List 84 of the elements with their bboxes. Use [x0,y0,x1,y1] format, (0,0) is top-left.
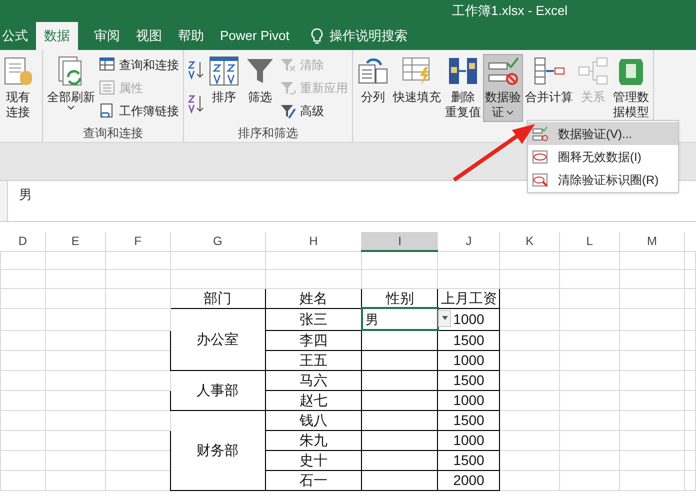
table-cell: 办公室 [170,308,266,370]
table-cell: 石一 [265,470,362,490]
ribbon-tab[interactable]: 数据 [36,22,78,50]
ribbon-tab[interactable]: 视图 [128,22,170,50]
column-heading: 姓名 [265,288,362,308]
ribbon-button[interactable]: 工作簿链接 [99,100,179,122]
ribbon-tab[interactable]: 公式 [0,22,36,50]
group-label: 排序和筛选 [238,126,298,140]
ribbon-tab[interactable]: 审阅 [86,22,128,50]
validation-icon [532,126,548,142]
column-header[interactable]: E [45,232,106,251]
window-title: 工作簿1.xlsx - Excel [452,2,568,20]
relationships-icon [577,55,609,87]
group-label: 查询和连接 [83,126,143,140]
ribbon-button[interactable]: 现有 连接 [0,54,36,122]
ribbon-tab[interactable]: Power Pivot [212,22,298,50]
ribbon-button[interactable]: 数据验 证 [483,54,523,122]
lightbulb-icon [311,28,324,44]
table-cell: 1500 [438,410,500,430]
table-cell: 财务部 [170,410,266,490]
table-cell: 史十 [265,450,362,470]
column-header[interactable]: M [620,232,684,251]
table-cell: 钱八 [265,410,362,430]
funnel-pencil-icon [280,103,296,119]
table-cell: 朱九 [265,430,362,450]
ribbon-button[interactable]: 筛选 [242,54,278,122]
column-header[interactable]: I [362,232,438,251]
column-header[interactable]: D [0,232,46,251]
column-header[interactable]: G [170,232,266,251]
funnel-refresh-icon [280,80,296,96]
table-cell: 1500 [438,330,500,350]
ribbon-button[interactable]: 合并计算 [523,54,575,122]
table-cell: 1000 [438,390,500,410]
table-cell[interactable] [362,470,438,490]
table-cell: 王五 [265,350,362,370]
sort-ascending-icon[interactable] [188,60,204,80]
column-heading: 上月工资 [438,288,500,308]
ribbon-button[interactable]: 全部刷新 [45,54,97,122]
table-icon [99,57,115,73]
table-cell: 1500 [438,370,500,390]
table-cell[interactable] [362,330,438,350]
ribbon-button[interactable]: 高级 [280,100,348,122]
table-cell: 李四 [265,330,362,350]
ribbon-button[interactable]: 分列 [355,54,391,122]
ribbon-button[interactable]: 查询和连接 [99,54,179,76]
validation-icon [487,55,519,87]
column-header[interactable]: H [265,232,362,251]
table-cell: 1000 [438,350,500,370]
table-cell[interactable] [362,390,438,410]
menu-item[interactable]: 数据验证(V)... [528,122,678,145]
remove-duplicates-icon [447,55,479,87]
sort-descending-icon[interactable] [188,94,204,114]
ribbon-button[interactable]: 排序 [206,54,242,122]
column-header[interactable]: F [105,232,170,251]
column-header[interactable]: J [438,232,500,251]
list-icon [99,80,115,96]
formula-value[interactable]: 男 [19,187,32,202]
table-cell: 人事部 [170,370,266,410]
table-cell[interactable] [362,410,438,430]
consolidate-icon [533,55,565,87]
table-cell[interactable] [362,430,438,450]
table-cell[interactable] [362,350,438,370]
dropdown-button[interactable] [438,310,452,326]
menu-item[interactable]: 圈释无效数据(I) [528,145,678,168]
table-cell: 1500 [438,450,500,470]
ribbon-button[interactable]: 删除 重复值 [443,54,483,122]
caret-icon [442,316,448,320]
table-cell: 1000 [438,430,500,450]
table-cell: 1000 [438,308,500,330]
ribbon-button[interactable]: 快速填充 [391,54,443,122]
menu-item[interactable]: 清除验证标识圈(R) [528,168,678,191]
table-cell: 马六 [265,370,362,390]
column-header[interactable]: K [500,232,560,251]
table-cell: 赵七 [265,390,362,410]
funnel-clear-icon [280,57,296,73]
table-cell[interactable] [362,370,438,390]
table-cell[interactable] [362,450,438,470]
table-cell: 2000 [438,470,500,490]
column-heading: 部门 [170,288,266,308]
ribbon-tab[interactable]: 帮助 [170,22,212,50]
tell-me-search[interactable]: 操作说明搜索 [329,26,408,46]
sort-icon [208,55,240,87]
column-header[interactable]: L [560,232,620,251]
link-icon [99,103,115,119]
